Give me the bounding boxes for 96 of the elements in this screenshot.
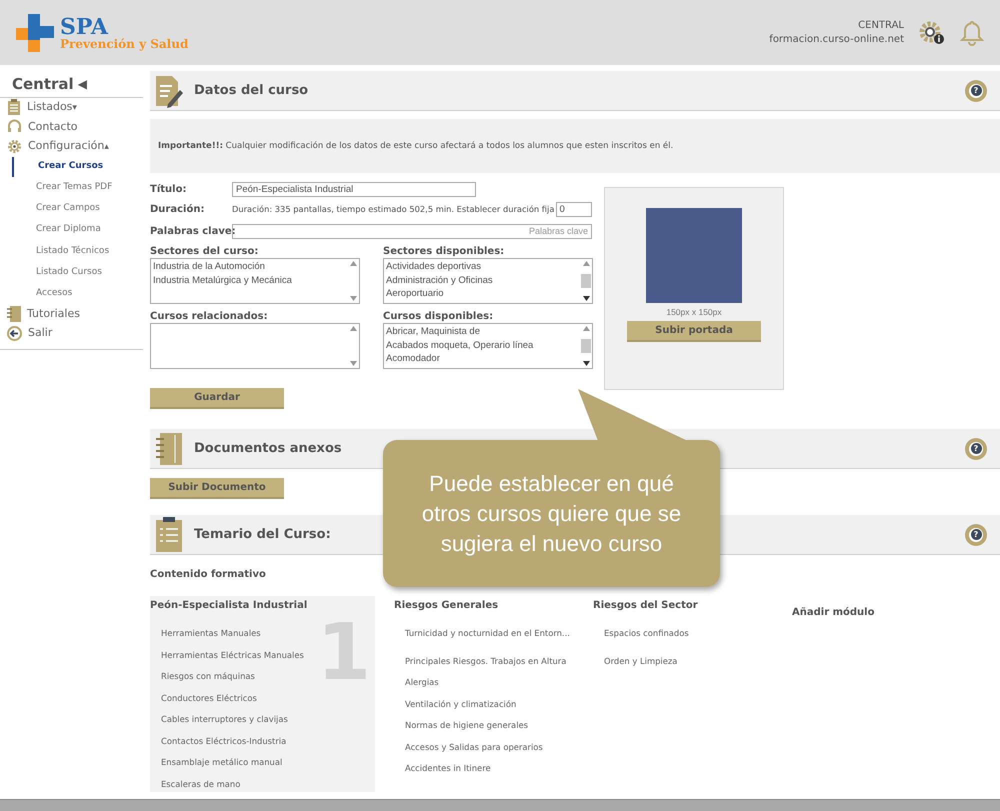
sidebar-item[interactable]: Salir (28, 325, 52, 342)
scroll-thumb[interactable] (581, 274, 591, 288)
lesson-link[interactable]: Accesos y Salidas para operarios (405, 740, 574, 762)
scroll-down-icon[interactable] (582, 296, 590, 301)
sidebar-subitem[interactable]: Crear Cursos (38, 160, 104, 174)
upload-cover-button[interactable]: Subir portada (627, 320, 761, 342)
selection-marker (12, 156, 14, 177)
size-caption: 150px x 150px (666, 306, 722, 319)
duration-text: Duración: 335 pantallas, tiempo estimado 502,5 min. Establecer duración fija (232, 203, 554, 216)
logo-subtitle: Prevención y Salud (60, 38, 188, 50)
module-title: Peón-Especialista Industrial (150, 599, 308, 613)
scroll-down-icon[interactable] (582, 361, 590, 366)
sidebar-subitem[interactable]: Listado Cursos (36, 266, 102, 280)
scroll-up-icon[interactable] (350, 326, 356, 331)
list-label: Sectores disponibles: (383, 245, 506, 258)
list-option[interactable]: Abricar, Maquinista de (386, 325, 580, 338)
section-title: Documentos anexos (194, 440, 342, 458)
lesson-link[interactable]: Cables interruptores y clavijas (161, 713, 375, 734)
lesson-link[interactable]: Alergias (405, 676, 574, 698)
lesson-link[interactable]: Herramientas Manuales (161, 627, 375, 648)
content-subtitle: Contenido formativo (150, 568, 267, 582)
lesson-link[interactable]: Espacios confinados (604, 627, 773, 648)
field-label: Duración: (150, 203, 206, 217)
section-title: Datos del curso (194, 82, 308, 100)
scroll-thumb[interactable] (581, 339, 591, 353)
list-label: Cursos disponibles: (383, 310, 494, 323)
listbox[interactable]: Actividades deportivas Administración y Oficinas Aeroportuario (383, 258, 593, 304)
list-option[interactable]: Acabados moqueta, Operario línea (386, 338, 580, 352)
lesson-link[interactable]: Ensamblaje metálico manual (161, 756, 375, 778)
lesson-link[interactable]: Orden y Limpieza (604, 654, 773, 676)
cross-logo-icon (16, 14, 56, 52)
lesson-link[interactable]: Principales Riesgos. Trabajos en Altura (405, 654, 574, 676)
bell-icon[interactable] (960, 20, 984, 46)
collapse-caret[interactable]: ◀ (78, 75, 87, 94)
sidebar-item[interactable]: Configuración▴ (28, 138, 109, 154)
sidebar-subitem[interactable]: Listado Técnicos (36, 244, 110, 258)
list-option[interactable]: Acomodador (386, 352, 580, 366)
clipboard-checklist-icon (154, 516, 184, 552)
lesson-link[interactable]: Turnicidad y nocturnidad en el Entorn... (405, 627, 574, 648)
notice-text: Importante!!: Cualquier modificación de los datos de este curso afectará a todos los alumnos que esten inscritos en él. (158, 140, 674, 152)
lesson-link[interactable]: Conductores Eléctricos (161, 692, 375, 713)
scroll-up-icon[interactable] (350, 261, 356, 266)
help-button[interactable]: ? (965, 80, 987, 102)
sidebar-subitem[interactable]: Crear Temas PDF (36, 181, 112, 195)
sidebar-item[interactable]: Contacto (28, 118, 78, 135)
exit-icon (7, 326, 22, 342)
upload-document-button[interactable]: Subir Documento (150, 478, 284, 499)
headset-icon (7, 119, 22, 134)
logo-title: SPA (60, 16, 108, 38)
gear-info-icon[interactable] (918, 20, 946, 46)
list-option[interactable]: Aeroportuario (386, 287, 580, 300)
lesson-link[interactable]: Contactos Eléctricos-Industria (161, 734, 375, 756)
notebook-icon (7, 306, 21, 322)
duration-field[interactable]: 0 (556, 202, 592, 217)
listbox[interactable] (150, 323, 360, 369)
list-label: Cursos relacionados: (150, 310, 269, 323)
help-button[interactable]: ? (965, 438, 987, 460)
scroll-up-icon[interactable] (582, 261, 590, 266)
list-label: Sectores del curso: (150, 245, 260, 258)
list-option[interactable]: Administración y Oficinas (386, 274, 580, 287)
section-title: Temario del Curso: (194, 526, 331, 544)
sidebar-subitem[interactable]: Crear Diploma (36, 223, 101, 237)
sidebar-title: Central (12, 74, 74, 95)
center-name: CENTRAL (858, 18, 904, 32)
sidebar-subitem[interactable]: Crear Campos (36, 202, 100, 216)
document-pencil-icon (154, 74, 184, 108)
lesson-link[interactable]: Riesgos con máquinas (161, 670, 375, 692)
lesson-link[interactable]: Ventilación y climatización (405, 698, 574, 719)
clipboard-icon (7, 99, 21, 116)
add-module-link[interactable]: Añadir módulo (792, 607, 874, 618)
horizontal-scrollbar[interactable] (0, 799, 1000, 811)
sidebar-item[interactable]: Listados▾ (27, 99, 77, 116)
scroll-up-icon[interactable] (582, 326, 590, 331)
module-title: Riesgos Generales (394, 599, 500, 613)
lesson-link[interactable]: Escaleras de mano (161, 778, 375, 799)
lesson-link[interactable]: Accidentes in Itinere (405, 762, 574, 784)
gear-icon (7, 138, 22, 154)
listbox[interactable]: Abricar, Maquinista de Acabados moqueta, Operario línea Acomodador (383, 323, 593, 369)
keywords-field[interactable]: Palabras clave (232, 224, 592, 238)
list-option[interactable]: Industria de la Automoción (153, 260, 347, 274)
lesson-link[interactable]: Normas de higiene generales (405, 719, 574, 740)
list-option[interactable]: Actividades deportivas (386, 260, 580, 274)
domain-text: formacion.curso-online.net (769, 32, 904, 46)
callout-text: Puede establecer en qué otros cursos quiere que se sugiera el nuevo curso (420, 470, 682, 558)
sidebar-item[interactable]: Tutoriales (27, 306, 80, 322)
lesson-link[interactable]: Herramientas Eléctricas Manuales (161, 648, 375, 670)
listbox[interactable]: Industria de la Automoción Industria Metalúrgica y Mecánica (150, 258, 360, 304)
list-option[interactable]: Industria Metalúrgica y Mecánica (153, 274, 347, 287)
module-title: Riesgos del Sector (593, 599, 699, 613)
help-button[interactable]: ? (965, 524, 987, 546)
field-label: Título: (150, 183, 188, 197)
field-label: Palabras clave: (150, 224, 232, 238)
notebook-icon (154, 432, 184, 466)
title-field[interactable]: Peón-Especialista Industrial (232, 182, 476, 197)
save-button[interactable]: Guardar (150, 388, 284, 409)
sidebar-subitem[interactable]: Accesos (36, 286, 72, 300)
